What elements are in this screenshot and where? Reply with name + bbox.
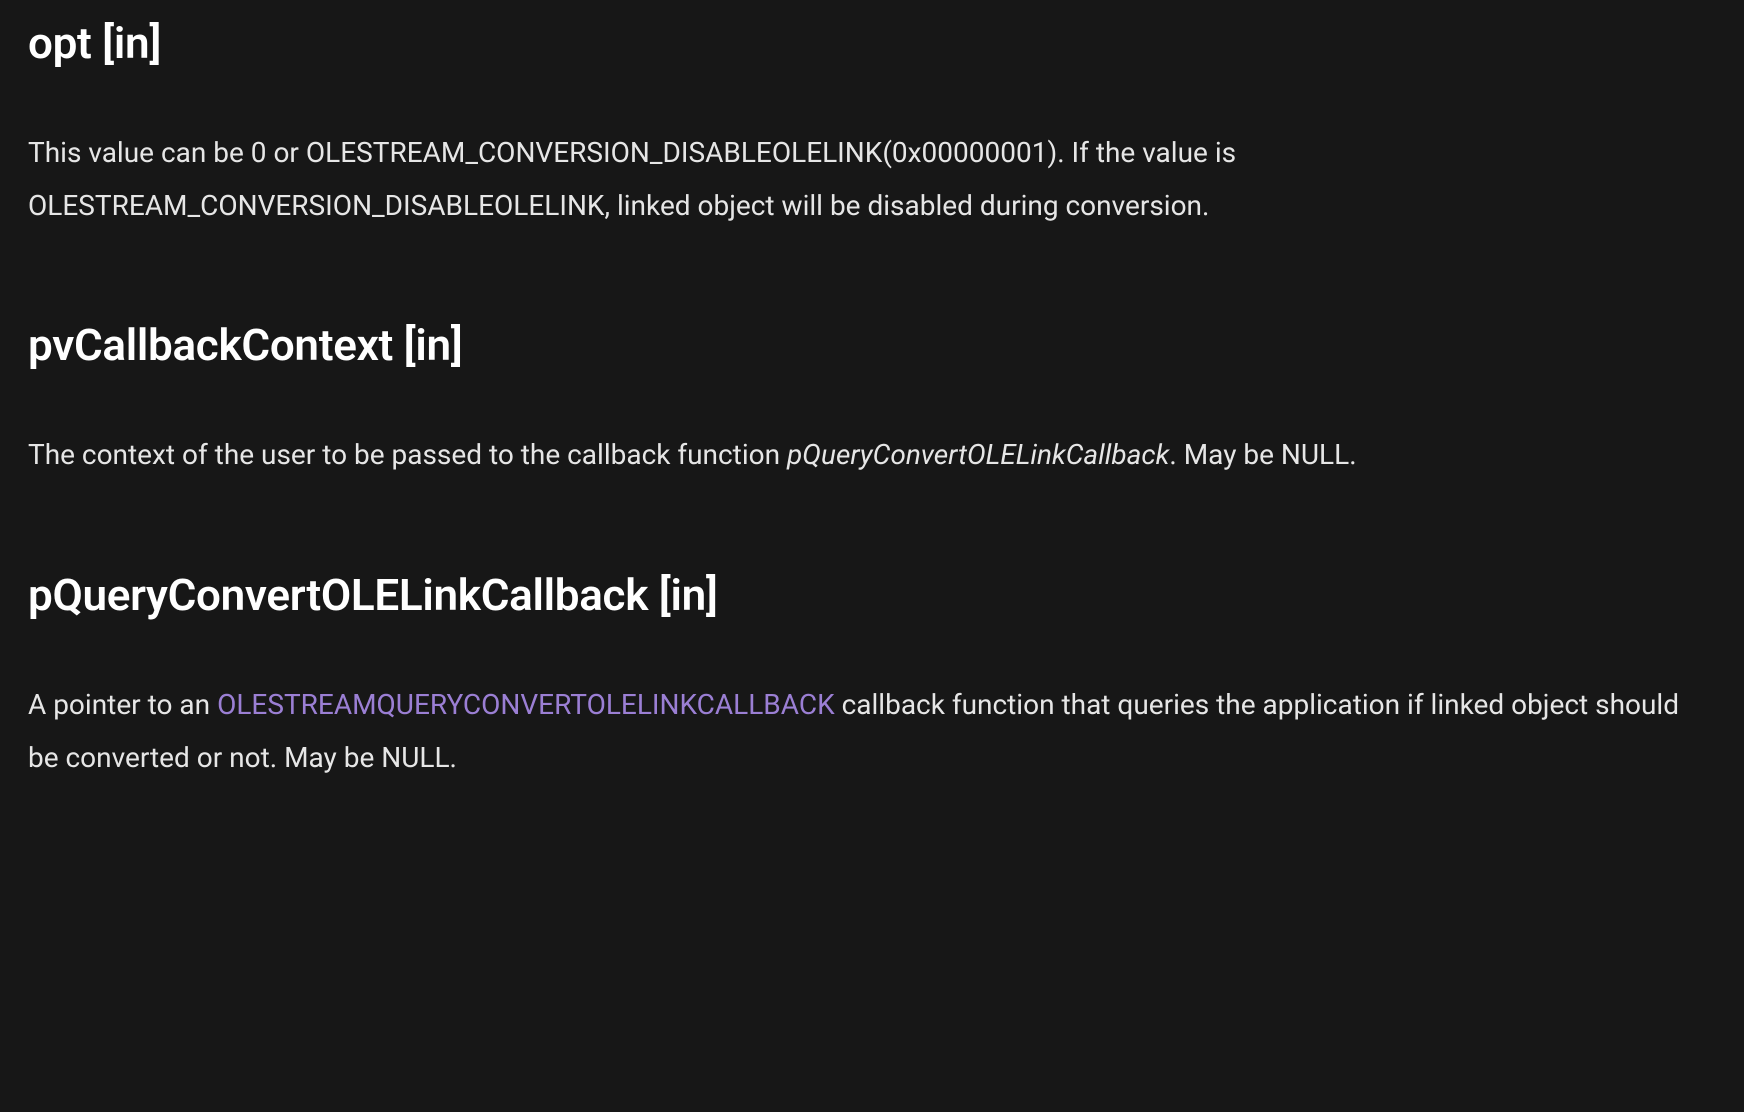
description-text-prefix: A pointer to an — [28, 688, 217, 721]
parameter-heading-opt: opt [in] — [28, 10, 1716, 76]
callback-link[interactable]: OLESTREAMQUERYCONVERTOLELINKCALLBACK — [217, 688, 835, 721]
parameter-description-pqueryconvertolelinkcallback: A pointer to an OLESTREAMQUERYCONVERTOLE… — [28, 678, 1716, 784]
parameter-heading-pvcallbackcontext: pvCallbackContext [in] — [28, 312, 1716, 378]
description-emphasis: pQueryConvertOLELinkCallback — [787, 438, 1169, 471]
description-text-prefix: The context of the user to be passed to … — [28, 438, 787, 471]
description-text-suffix: . May be NULL. — [1169, 438, 1356, 471]
parameter-description-pvcallbackcontext: The context of the user to be passed to … — [28, 428, 1716, 481]
parameter-heading-pqueryconvertolelinkcallback: pQueryConvertOLELinkCallback [in] — [28, 562, 1716, 628]
parameter-description-opt: This value can be 0 or OLESTREAM_CONVERS… — [28, 126, 1716, 232]
